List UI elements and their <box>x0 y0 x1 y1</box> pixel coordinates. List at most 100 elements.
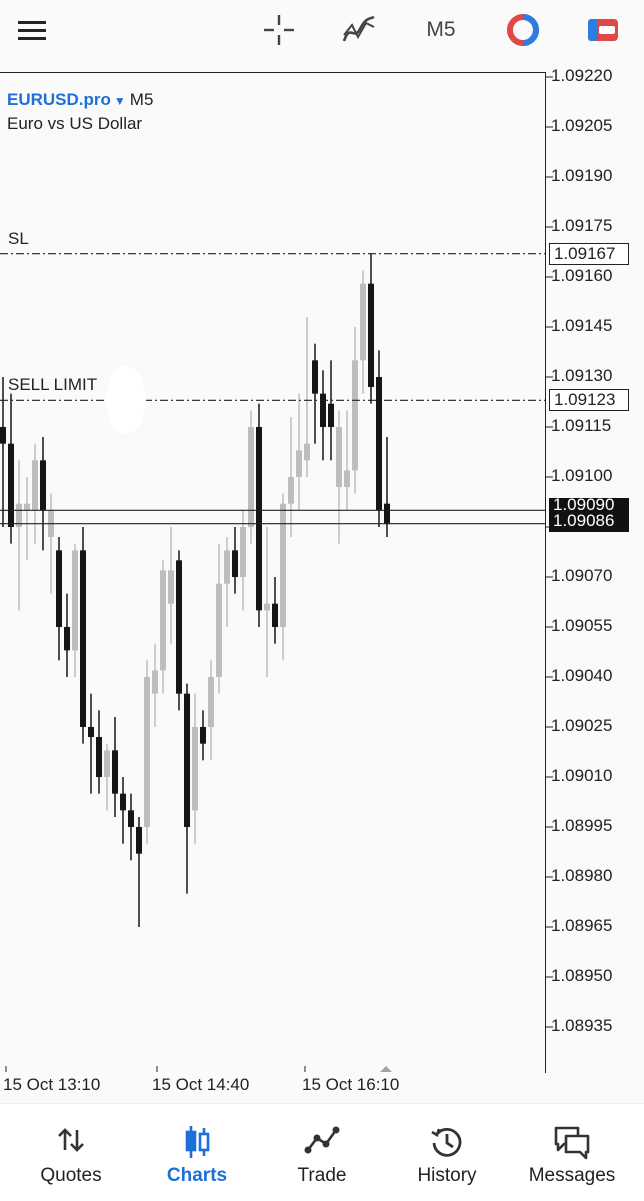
y-tick-label: 1.09190 <box>551 166 613 185</box>
y-tick-label: 1.09130 <box>551 366 613 385</box>
candle-body <box>256 427 262 611</box>
chart-tick-marks <box>5 76 553 1072</box>
nav-quotes[interactable]: Quotes <box>7 1104 135 1201</box>
y-tick-label: 1.09025 <box>551 716 613 735</box>
candle-body <box>352 360 358 471</box>
nav-history[interactable]: History <box>383 1104 511 1201</box>
candle-body <box>248 427 254 527</box>
timeframe-button[interactable]: M5 <box>420 10 462 50</box>
y-tick-label: 1.09205 <box>551 116 613 135</box>
candle-body <box>368 283 374 387</box>
nav-messages[interactable]: Messages <box>508 1104 636 1201</box>
candle-body <box>96 737 102 777</box>
candle-body <box>88 727 94 737</box>
candle-body <box>280 503 286 627</box>
symbol-name: EURUSD.pro <box>7 90 111 109</box>
symbol-description: Euro vs US Dollar <box>7 114 143 133</box>
candle-body <box>32 460 38 511</box>
y-tick-label: 1.08950 <box>551 966 613 985</box>
sell-limit-price-box: 1.09123 <box>549 389 629 412</box>
sl-label: SL <box>8 229 29 248</box>
messages-icon <box>554 1126 590 1160</box>
indicators-icon[interactable] <box>338 10 380 50</box>
candle-body <box>208 677 214 727</box>
symbol-selector[interactable]: EURUSD.pro ▼ M5 <box>7 90 153 110</box>
candle-body <box>312 360 318 394</box>
y-tick-label: 1.08980 <box>551 866 613 885</box>
nav-label: Quotes <box>40 1165 102 1186</box>
candle-body <box>376 377 382 511</box>
candle-body <box>112 750 118 794</box>
candle-body <box>72 550 78 651</box>
y-tick-label: 1.09115 <box>551 416 612 435</box>
candle-body <box>80 550 86 727</box>
candle-body <box>144 677 150 827</box>
candle-body <box>232 550 238 577</box>
candle-body <box>24 503 30 511</box>
candle-body <box>328 403 334 427</box>
candle-body <box>320 393 326 427</box>
y-tick-label: 1.09055 <box>551 616 613 635</box>
candle-body <box>384 503 390 524</box>
top-toolbar: M5 <box>0 0 644 72</box>
candle-body <box>160 570 166 671</box>
y-tick-label: 1.09010 <box>551 766 613 785</box>
candle-body <box>360 283 366 361</box>
dropdown-arrow-icon: ▼ <box>113 94 126 108</box>
y-tick-label: 1.09145 <box>551 316 613 335</box>
menu-icon[interactable] <box>12 10 52 50</box>
sl-price-box: 1.09167 <box>549 242 629 265</box>
candles <box>0 253 390 927</box>
y-tick-label: 1.08995 <box>551 816 613 835</box>
candle-body <box>240 527 246 577</box>
candle-body <box>288 477 294 504</box>
trade-panel-icon[interactable] <box>583 10 623 50</box>
y-tick-label: 1.09100 <box>551 466 613 485</box>
bottom-navigation: Quotes Charts Trade History Messages <box>0 1103 644 1201</box>
candle-body <box>168 570 174 604</box>
candle-body <box>176 560 182 694</box>
candle-body <box>296 450 302 477</box>
y-tick-label: 1.09220 <box>551 66 613 85</box>
nav-trade[interactable]: Trade <box>258 1104 386 1201</box>
y-tick-label: 1.09070 <box>551 566 613 585</box>
order-drag-handle[interactable] <box>106 366 146 434</box>
scroll-marker-icon[interactable] <box>380 1066 392 1072</box>
nav-label: Charts <box>166 1165 228 1186</box>
nav-label: Trade <box>297 1165 347 1186</box>
candle-body <box>40 460 46 511</box>
y-tick-label: 1.09040 <box>551 666 613 685</box>
candle-body <box>272 603 278 627</box>
candle-body <box>264 603 270 611</box>
crosshair-icon[interactable] <box>259 10 299 50</box>
candle-body <box>8 443 14 527</box>
nav-label: Messages <box>528 1165 616 1186</box>
time-label-3: 15 Oct 16:10 <box>302 1075 400 1094</box>
candle-body <box>128 810 134 827</box>
time-label-1: 15 Oct 13:10 <box>3 1075 101 1094</box>
price-chart[interactable] <box>0 72 644 1072</box>
candle-body <box>200 727 206 744</box>
candle-body <box>136 827 142 854</box>
candle-body <box>120 793 126 811</box>
candle-body <box>344 470 350 487</box>
candle-body <box>216 583 222 677</box>
candle-body <box>336 427 342 487</box>
charts-icon <box>185 1126 210 1158</box>
time-label-2: 15 Oct 14:40 <box>152 1075 250 1094</box>
y-tick-label: 1.09160 <box>551 266 613 285</box>
candle-body <box>184 693 190 827</box>
candle-body <box>64 627 70 651</box>
one-click-trading-icon[interactable] <box>503 10 543 50</box>
y-tick-label: 1.08965 <box>551 916 613 935</box>
current-price-box: 1.09086 <box>549 510 629 532</box>
chart-timeframe: M5 <box>129 90 154 109</box>
nav-label: History <box>417 1165 477 1186</box>
trade-icon <box>304 1126 340 1154</box>
candle-body <box>304 443 310 461</box>
candle-body <box>0 427 6 444</box>
candle-body <box>192 727 198 811</box>
quotes-icon <box>58 1128 84 1152</box>
nav-charts[interactable]: Charts <box>133 1104 261 1201</box>
candle-body <box>152 670 158 694</box>
